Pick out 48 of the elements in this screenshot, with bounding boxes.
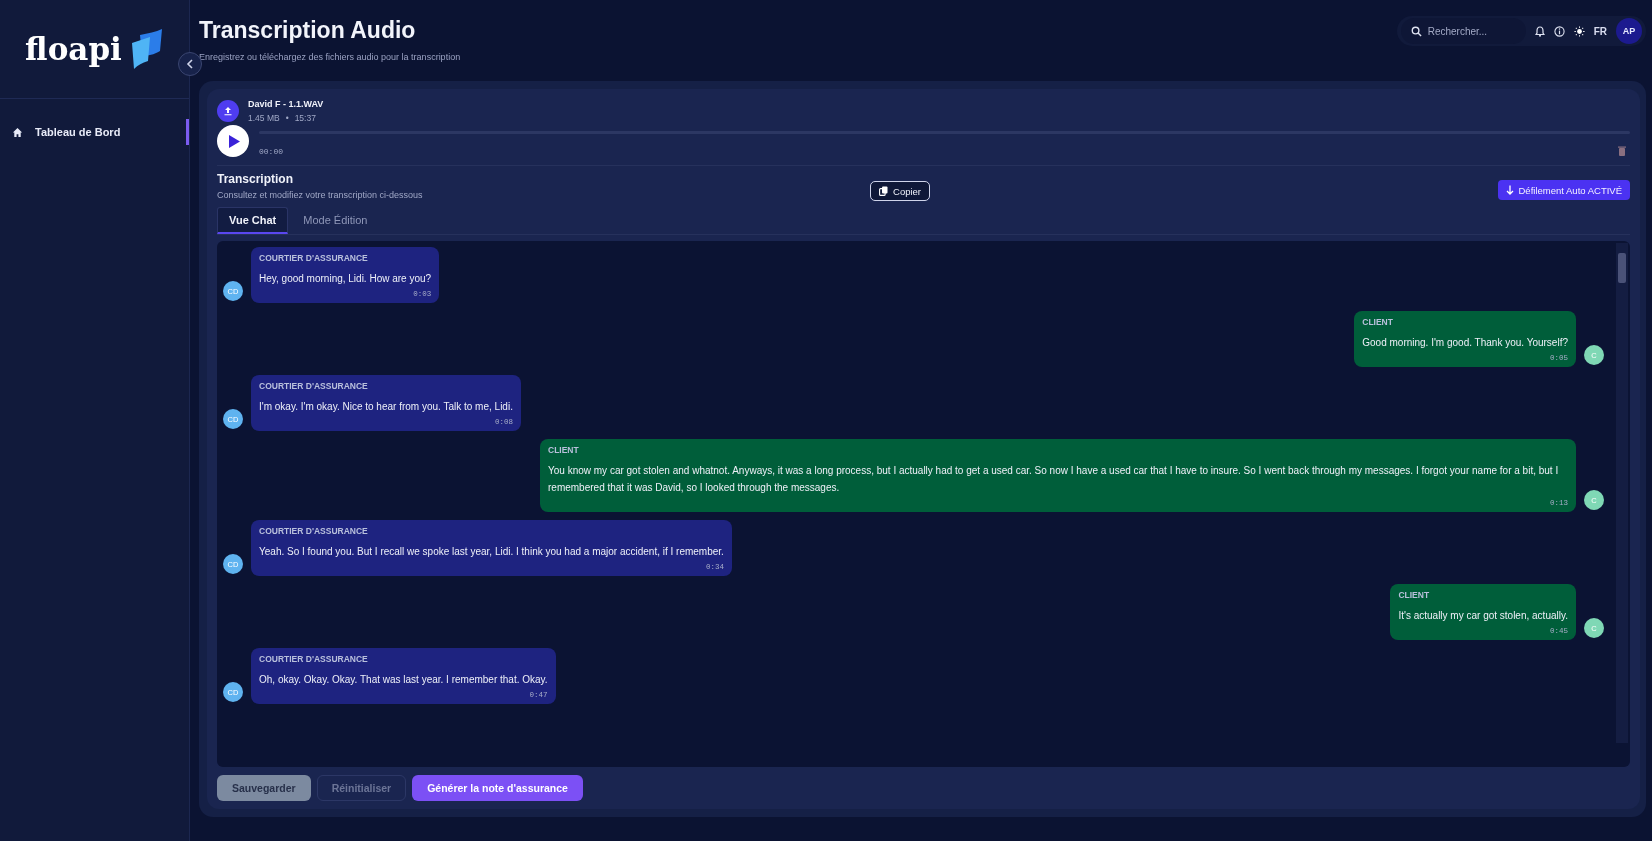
speaker-label: COURTIER D'ASSURANCE [259, 253, 369, 263]
play-button[interactable] [217, 125, 249, 157]
bell-icon[interactable] [1534, 25, 1545, 37]
sun-icon[interactable] [1573, 25, 1585, 37]
page-subtitle: Enregistrez ou téléchargez des fichiers audio pour la transcription [199, 52, 461, 62]
message-text: Yeah. So I found you. But I recall we spoke last year, Lidi. I think you had a major accident, if I remember. [259, 545, 724, 559]
message-text: You know my car got stolen and whatnot. Anyways, it was a long process, but I actually had to get a used car. So now I have a used car that I have to insure. So I went back through my messages. I forgot your name for a bit, but I remembered that it was David, so I looked through the messages. [548, 464, 1560, 495]
playback-time: 00:00 [259, 146, 283, 156]
scrollbar[interactable] [1616, 243, 1628, 743]
chevron-left-icon [186, 59, 194, 69]
separator-dot: • [285, 113, 289, 123]
page-title: Transcription Audio [199, 17, 417, 44]
copy-icon [879, 186, 889, 196]
speaker-label: CLIENT [548, 445, 580, 455]
home-icon [12, 126, 23, 138]
section-title: Transcription [217, 172, 294, 186]
speaker-label: CLIENT [1398, 590, 1431, 600]
user-avatar[interactable]: AP [1616, 18, 1642, 44]
file-name: David F - 1.1.WAV [248, 99, 324, 109]
nav-item[interactable]: Tableau de Bord [0, 119, 189, 145]
play-icon [229, 134, 240, 148]
logo-icon [129, 29, 164, 69]
save-button[interactable]: Sauvegarder [217, 775, 311, 801]
logo-text: floapi [25, 31, 122, 67]
view-tab[interactable]: Mode Édition [292, 207, 379, 234]
search-icon [1410, 26, 1422, 37]
generate-button[interactable]: Générer la note d'assurance [412, 775, 583, 801]
search-field[interactable]: Rechercher... [1400, 18, 1526, 44]
info-icon[interactable] [1553, 25, 1565, 37]
language-toggle[interactable]: FR [1593, 25, 1607, 37]
message-text: It's actually my car got stolen, actually. [1398, 609, 1568, 623]
speaker-label: COURTIER D'ASSURANCE [259, 654, 369, 664]
autoscroll-button[interactable]: Défilement Auto ACTIVÉ [1497, 180, 1630, 200]
trash-icon[interactable] [1618, 146, 1626, 156]
speaker-label: COURTIER D'ASSURANCE [259, 381, 369, 391]
file-duration: 15:37 [294, 113, 316, 123]
message-text: I'm okay. I'm okay. Nice to hear from you. Talk to me, Lidi. [259, 400, 513, 414]
arrow-down-icon [1505, 185, 1514, 195]
copy-button[interactable]: Copier [870, 181, 931, 201]
upload-badge-icon [217, 100, 239, 122]
message-text: Hey, good morning, Lidi. How are you? [259, 272, 432, 286]
speaker-label: CLIENT [1362, 317, 1394, 327]
speaker-label: COURTIER D'ASSURANCE [259, 526, 369, 536]
message-text: Good morning. I'm good. Thank you. Yourself? [1362, 336, 1568, 350]
section-subtitle: Consultez et modifiez votre transcription ci-dessous [217, 190, 423, 200]
message-text: Oh, okay. Okay. Okay. That was last year. I remember that. Okay. [259, 673, 548, 687]
view-tab[interactable]: Vue Chat [217, 207, 289, 234]
file-size: 1.45 MB [248, 113, 280, 123]
